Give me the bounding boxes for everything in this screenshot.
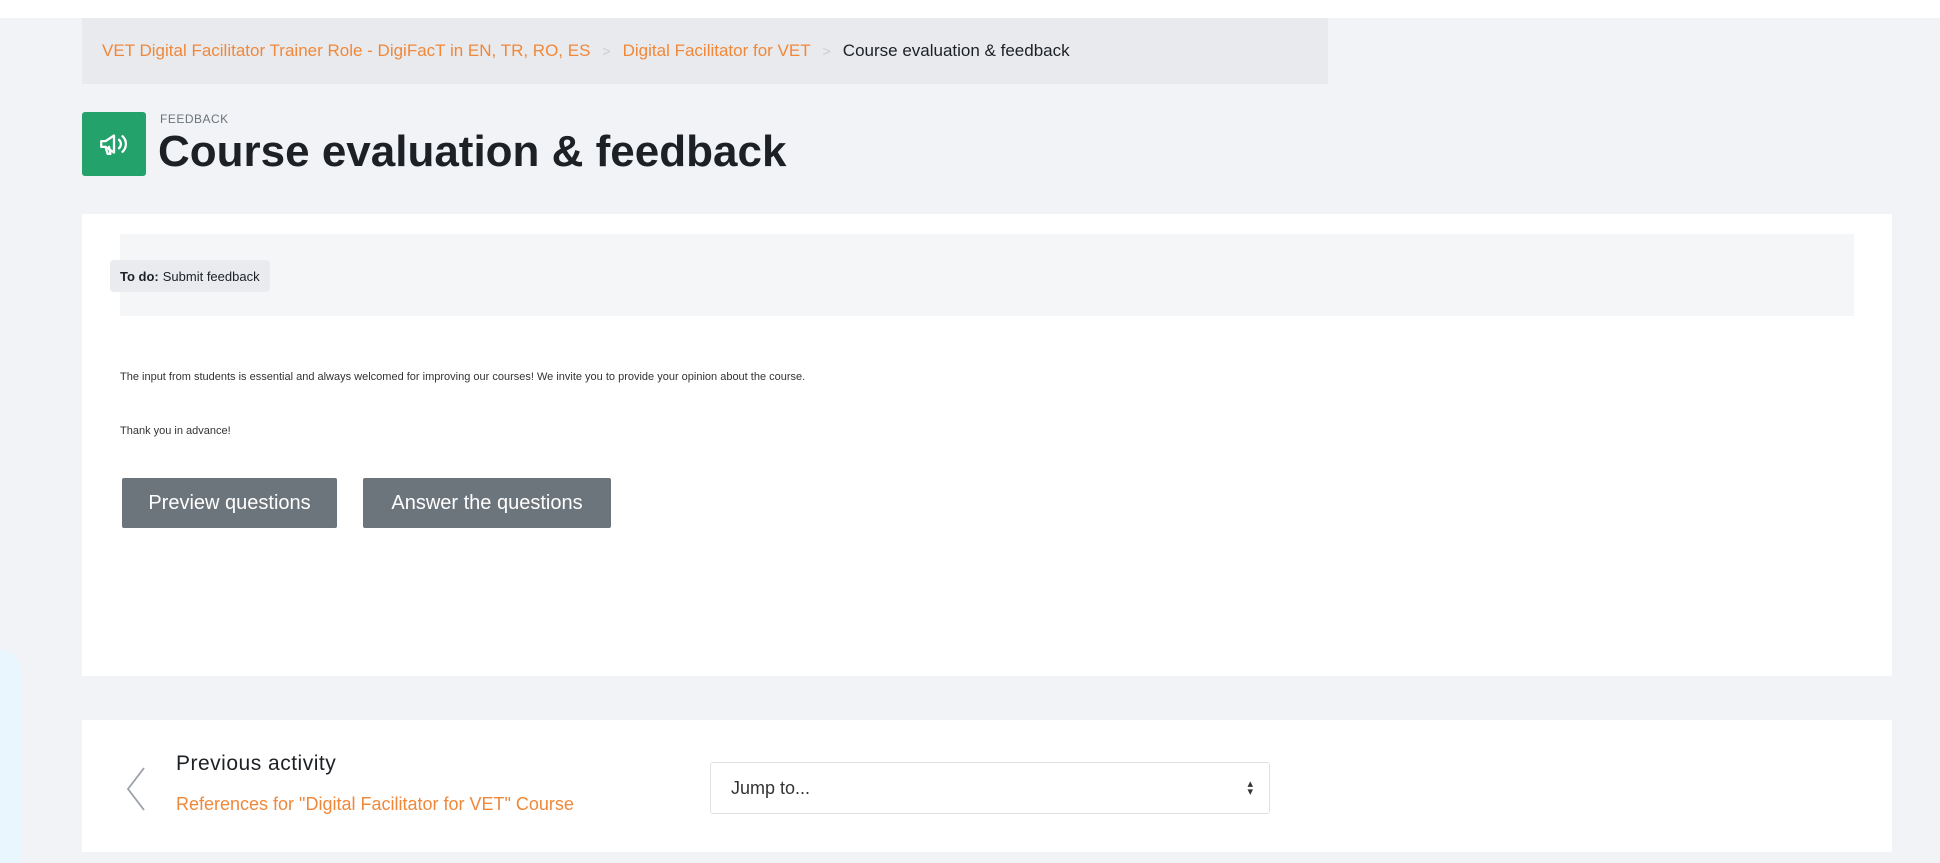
todo-label: To do:	[120, 268, 159, 284]
breadcrumb: VET Digital Facilitator Trainer Role - D…	[82, 18, 1328, 84]
page-title: Course evaluation & feedback	[158, 127, 787, 176]
previous-activity-link[interactable]: References for "Digital Facilitator for …	[176, 794, 574, 815]
megaphone-icon	[82, 112, 146, 176]
completion-requirements-bar	[120, 234, 1854, 316]
breadcrumb-item-section[interactable]: Digital Facilitator for VET	[623, 41, 811, 61]
previous-activity-label: Previous activity	[176, 752, 337, 775]
activity-type-label: FEEDBACK	[160, 112, 229, 126]
activity-content-card: To do: Submit feedback The input from st…	[82, 214, 1892, 676]
answer-questions-button[interactable]: Answer the questions	[363, 478, 611, 528]
todo-value: Submit feedback	[162, 268, 260, 284]
thanks-text: Thank you in advance!	[120, 425, 231, 437]
jump-to-value: Jump to...	[731, 777, 811, 798]
chevron-left-icon[interactable]	[122, 764, 152, 814]
breadcrumb-separator: >	[602, 43, 611, 59]
activity-navigation: Previous activity References for "Digita…	[82, 720, 1892, 852]
todo-badge: To do: Submit feedback	[110, 260, 270, 292]
jump-to-select[interactable]: Jump to... ▴ ▾	[710, 762, 1270, 814]
breadcrumb-item-course[interactable]: VET Digital Facilitator Trainer Role - D…	[102, 41, 590, 61]
select-arrows-icon: ▴ ▾	[1247, 778, 1253, 798]
preview-questions-button[interactable]: Preview questions	[122, 478, 337, 528]
breadcrumb-item-current: Course evaluation & feedback	[842, 41, 1070, 60]
intro-text: The input from students is essential and…	[120, 371, 806, 383]
decorative-accent	[0, 650, 22, 863]
breadcrumb-separator: >	[822, 43, 831, 59]
